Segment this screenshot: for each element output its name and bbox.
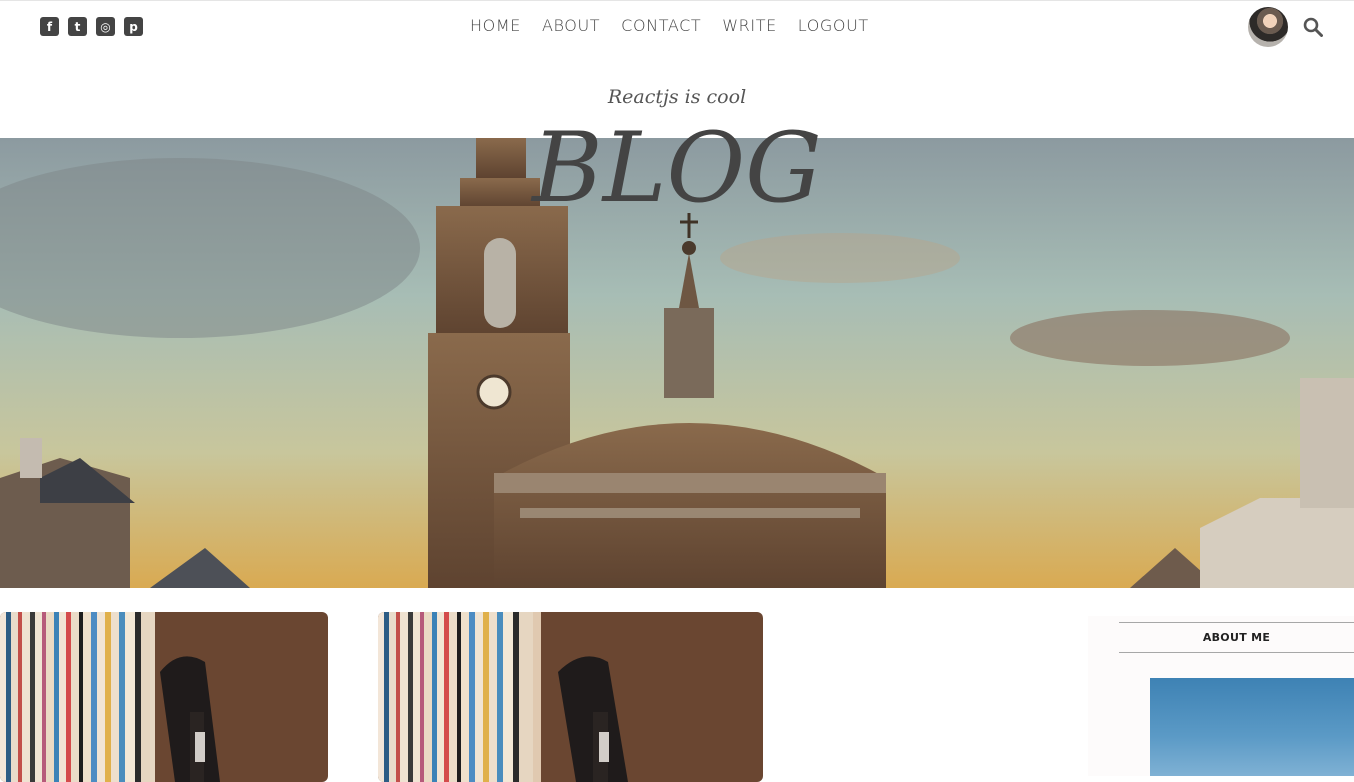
nav-link-home[interactable]: HOME — [470, 16, 521, 35]
nav-link-logout[interactable]: LOGOUT — [798, 16, 869, 35]
nav-link-write[interactable]: WRITE — [722, 16, 777, 35]
post-image — [378, 612, 763, 782]
nav-link-about[interactable]: ABOUT — [542, 16, 600, 35]
main-nav: HOME ABOUT CONTACT WRITE LOGOUT — [470, 16, 869, 35]
top-bar: f t ◎ p HOME ABOUT CONTACT WRITE LOGOUT — [0, 0, 1354, 51]
nav-link-contact[interactable]: CONTACT — [621, 16, 701, 35]
user-avatar[interactable] — [1248, 7, 1288, 47]
post-card[interactable] — [0, 612, 328, 782]
post-card[interactable] — [378, 612, 763, 782]
blog-header: Reactjs is cool BLOG — [0, 80, 1354, 218]
social-icons: f t ◎ p — [40, 17, 143, 36]
sidebar-title: ABOUT ME — [1119, 622, 1354, 653]
pinterest-icon[interactable]: p — [124, 17, 143, 36]
header-title: BLOG — [532, 112, 822, 224]
header-subtitle: Reactjs is cool — [607, 86, 747, 108]
facebook-icon[interactable]: f — [40, 17, 59, 36]
post-image — [0, 612, 328, 782]
twitter-icon[interactable]: t — [68, 17, 87, 36]
sidebar-image — [1150, 678, 1354, 776]
sidebar: ABOUT ME — [1088, 616, 1354, 776]
search-icon[interactable] — [1303, 17, 1323, 37]
instagram-icon[interactable]: ◎ — [96, 17, 115, 36]
